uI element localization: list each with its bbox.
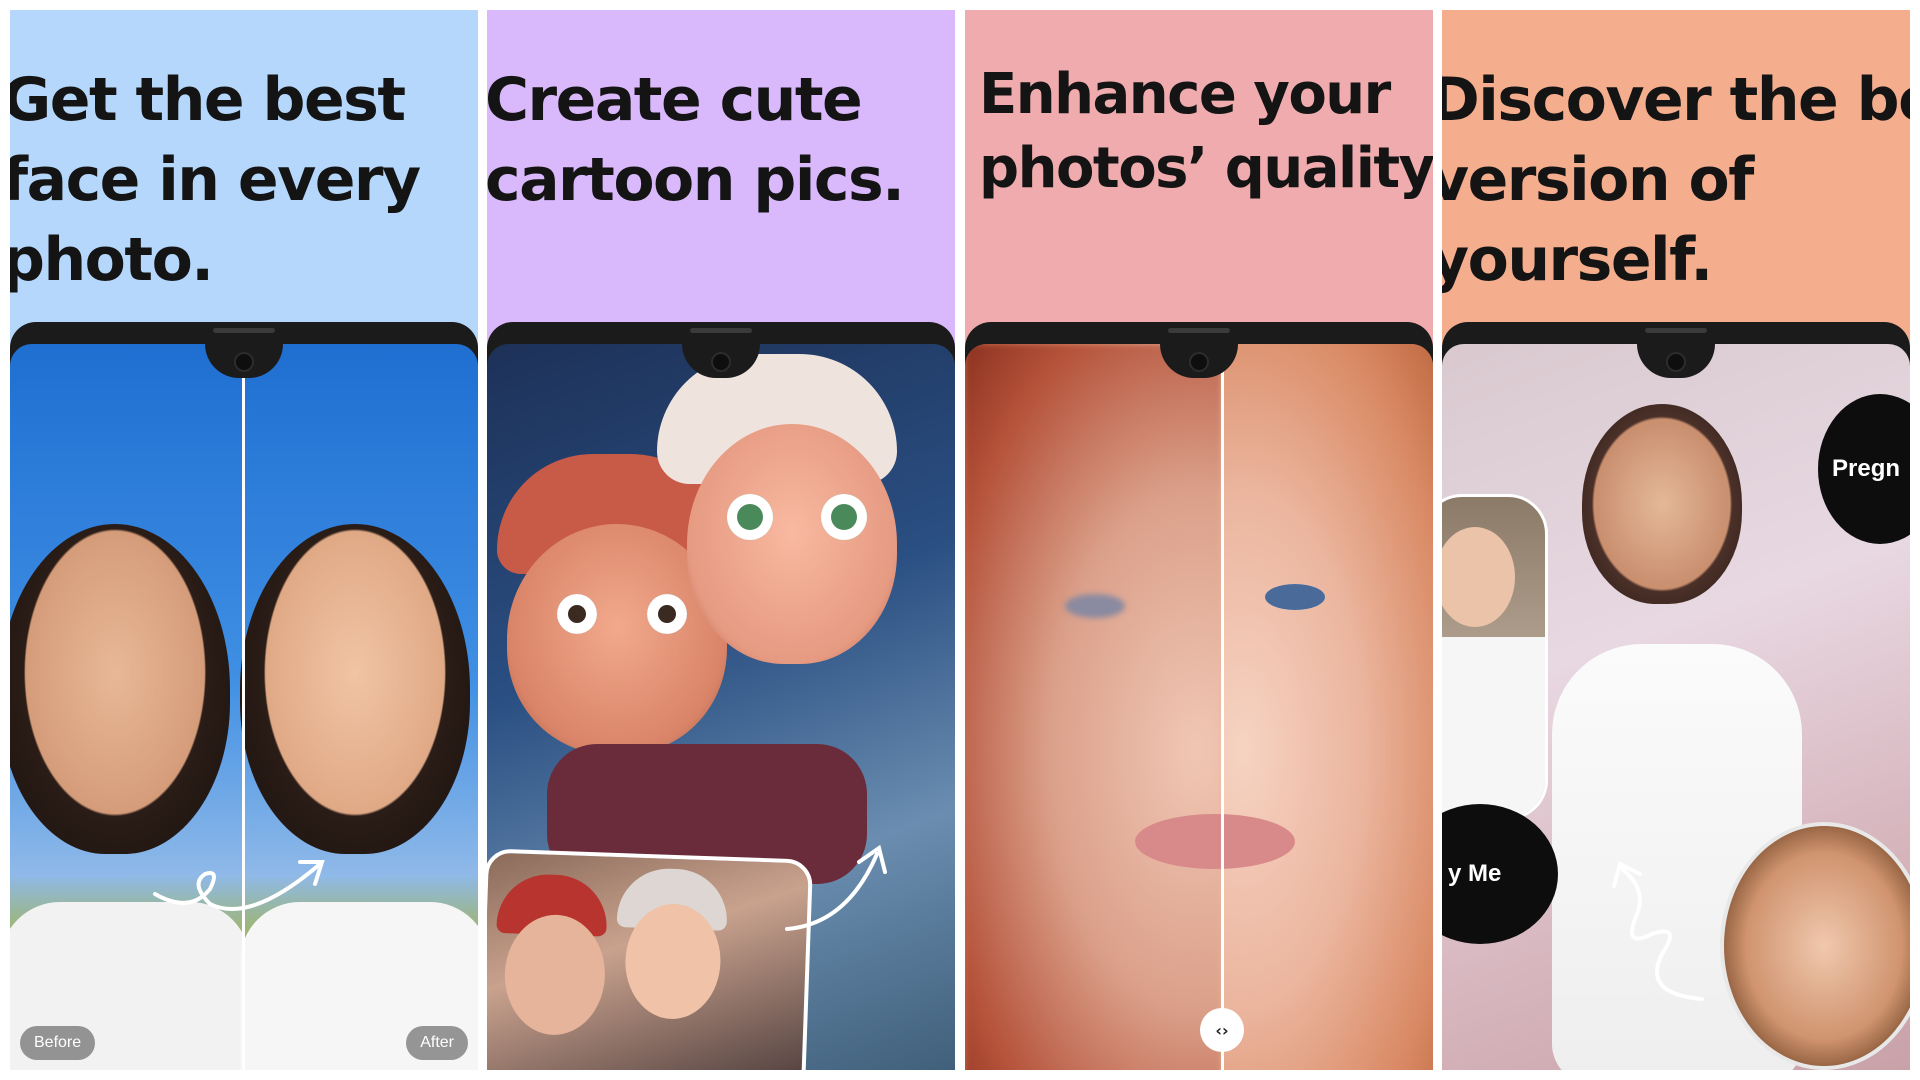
headline-line: Get the best [10, 65, 406, 135]
badge-me-label: y Me [1448, 860, 1502, 887]
lips [1135, 814, 1295, 869]
phone-speaker [1168, 328, 1230, 333]
phone-screen: Pregn y Me [1442, 344, 1910, 1070]
phone-speaker [690, 328, 752, 333]
comparison-divider[interactable] [242, 344, 245, 1070]
swirl-arrow-icon [1612, 861, 1704, 1001]
swirl-arrow-icon [785, 844, 887, 931]
headline-cartoon: Create cute cartoon pics. [487, 60, 955, 220]
before-label: Before [20, 1026, 96, 1060]
child-photo-card [1442, 494, 1548, 820]
comparison-divider[interactable] [1221, 344, 1224, 1070]
phone-screen: ‹› [965, 344, 1433, 1070]
headline-face: Get the best face in every photo. [10, 60, 478, 300]
headline-line: photo. [10, 225, 214, 295]
after-label: After [406, 1026, 468, 1060]
before-face-photo [10, 524, 230, 854]
headline-line: cartoon pics. [487, 145, 905, 215]
phone-mockup: Pregn y Me [1442, 322, 1910, 1070]
panel-cartoon: Create cute cartoon pics. [487, 10, 955, 1070]
panel-enhance: Enhance your photos’ quality. ‹› [965, 10, 1433, 1070]
woman-face-photo [1582, 404, 1742, 604]
headline-line: Create cute [487, 65, 863, 135]
cartoon-woman-eyes [727, 494, 867, 540]
eye-left-blurred [1065, 594, 1125, 618]
phone-mockup [487, 322, 955, 1070]
headline-line: Discover the best [1442, 65, 1910, 135]
phone-mockup: Before After [10, 322, 478, 1070]
headline-line: Enhance your [979, 62, 1391, 127]
headline-line: version of [1442, 145, 1754, 215]
eye-right [1265, 584, 1325, 610]
headline-enhance: Enhance your photos’ quality. [979, 58, 1433, 206]
panel-discover: Discover the best version of yourself. P… [1442, 10, 1910, 1070]
cartoon-woman-face [687, 424, 897, 664]
headline-line: photos’ quality. [979, 136, 1433, 201]
blurry-face-half [965, 344, 1222, 1070]
original-photo-inset [487, 848, 814, 1070]
badge-pregnant-label: Pregn [1832, 455, 1901, 482]
camera-notch-icon [1637, 344, 1715, 378]
phone-screen [487, 344, 955, 1070]
cartoon-man-eyes [557, 594, 687, 634]
phone-speaker [213, 328, 275, 333]
badge-me[interactable]: y Me [1442, 804, 1558, 944]
sharp-face-half [1222, 344, 1433, 1070]
headline-line: face in every [10, 145, 421, 215]
swirl-arrow-icon [153, 860, 325, 911]
camera-notch-icon [205, 344, 283, 378]
headline-line: yourself. [1442, 225, 1713, 295]
badge-pregnant[interactable]: Pregn [1818, 394, 1910, 544]
slider-handle-icon[interactable]: ‹› [1200, 1008, 1244, 1052]
panel-face-retouch: Get the best face in every photo. Before… [10, 10, 478, 1070]
headline-discover: Discover the best version of yourself. [1442, 60, 1910, 300]
phone-screen: Before After [10, 344, 478, 1070]
phone-speaker [1645, 328, 1707, 333]
phone-mockup: ‹› [965, 322, 1433, 1070]
after-face-photo [240, 524, 470, 854]
